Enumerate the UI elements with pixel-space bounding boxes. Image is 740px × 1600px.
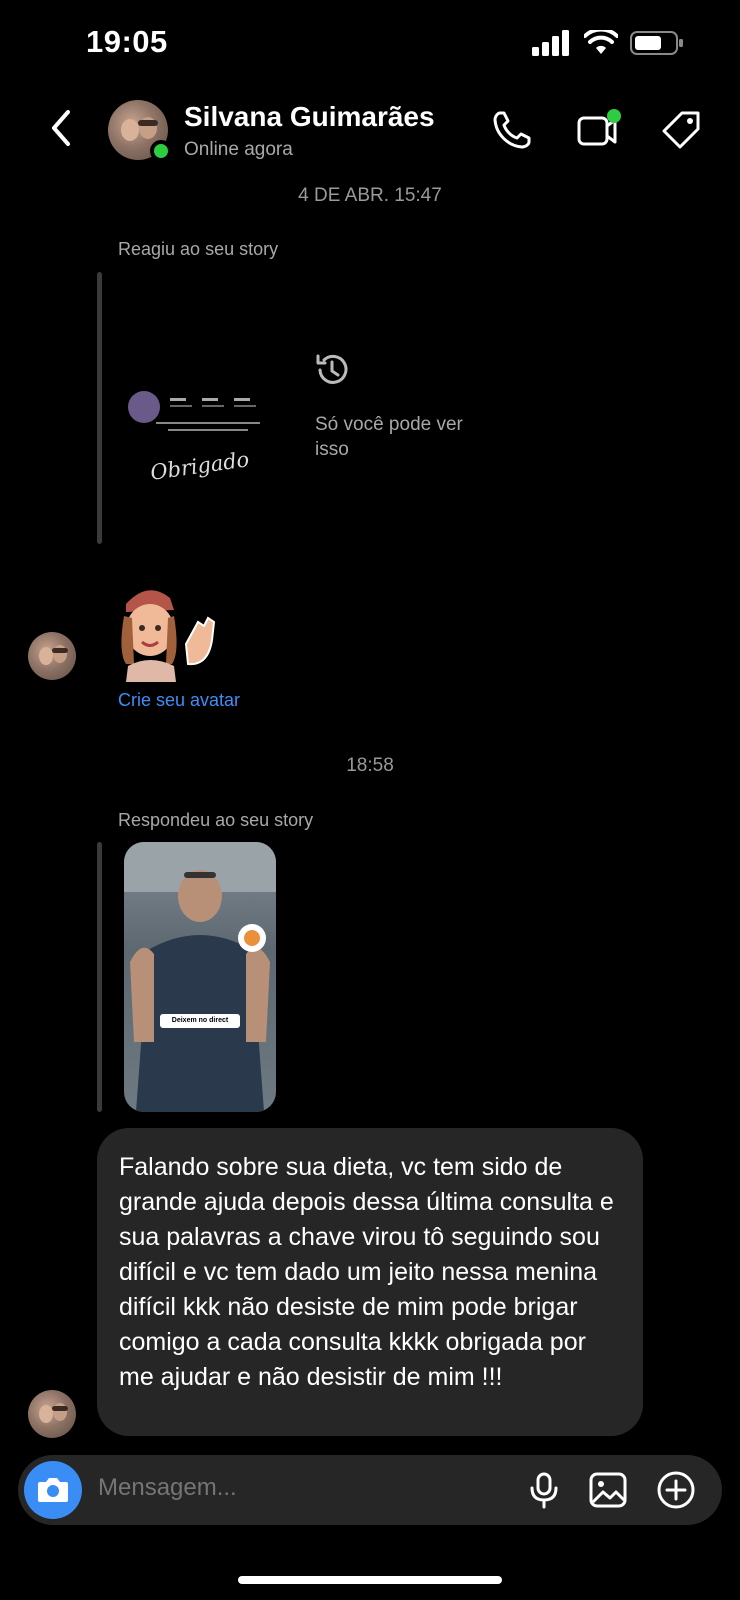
story-thumbnail[interactable]: Deixem no direct [124, 842, 276, 1112]
sender-avatar[interactable] [28, 632, 76, 680]
story-caption: Deixem no direct [171, 1017, 229, 1024]
more-options-button[interactable] [656, 1470, 696, 1510]
video-call-button[interactable] [576, 108, 621, 152]
private-story-note: Só você pode ver isso [315, 414, 463, 460]
status-icons [532, 30, 684, 56]
reply-bar [97, 842, 102, 1112]
avatar-image [39, 645, 68, 665]
tag-icon [662, 111, 700, 149]
reply-bar [97, 272, 102, 544]
camera-button[interactable] [24, 1461, 82, 1519]
cellular-signal-icon [532, 30, 569, 56]
phone-icon [493, 111, 531, 149]
create-avatar-link[interactable]: Crie seu avatar [118, 690, 240, 711]
gallery-button[interactable] [588, 1470, 628, 1510]
plus-circle-icon [657, 1471, 695, 1509]
chevron-left-icon [52, 110, 70, 146]
history-icon [312, 350, 352, 390]
story-thumbnail[interactable]: Obrigado [112, 274, 282, 544]
contact-status: Online agora [184, 139, 293, 160]
audio-call-button[interactable] [490, 108, 534, 152]
battery-icon [630, 31, 683, 55]
sender-avatar[interactable] [28, 1390, 76, 1438]
tag-button[interactable] [660, 108, 704, 152]
home-indicator [238, 1576, 502, 1584]
reaction-label: Reagiu ao seu story [118, 239, 279, 259]
message-input[interactable] [98, 1474, 398, 1502]
story-preview-image [128, 391, 260, 431]
timestamp: 4 DE ABR. 15:47 [298, 185, 442, 206]
microphone-icon [530, 1472, 558, 1509]
video-camera-icon [577, 109, 621, 146]
camera-icon [38, 1478, 68, 1502]
timestamp: 18:58 [346, 755, 394, 776]
avatar-sticker[interactable] [104, 582, 222, 682]
online-indicator [150, 140, 172, 162]
voice-message-button[interactable] [524, 1470, 564, 1510]
image-icon [589, 1472, 627, 1508]
status-time: 19:05 [86, 24, 168, 59]
message-bubble[interactable]: Falando sobre sua dieta, vc tem sido de … [97, 1128, 643, 1436]
avatar-image [39, 1403, 68, 1423]
contact-name[interactable]: Silvana Guimarães [184, 101, 435, 133]
story-preview-image [124, 842, 276, 1112]
reply-label: Respondeu ao seu story [118, 810, 314, 830]
wifi-icon [584, 30, 618, 54]
back-button[interactable] [44, 106, 80, 150]
